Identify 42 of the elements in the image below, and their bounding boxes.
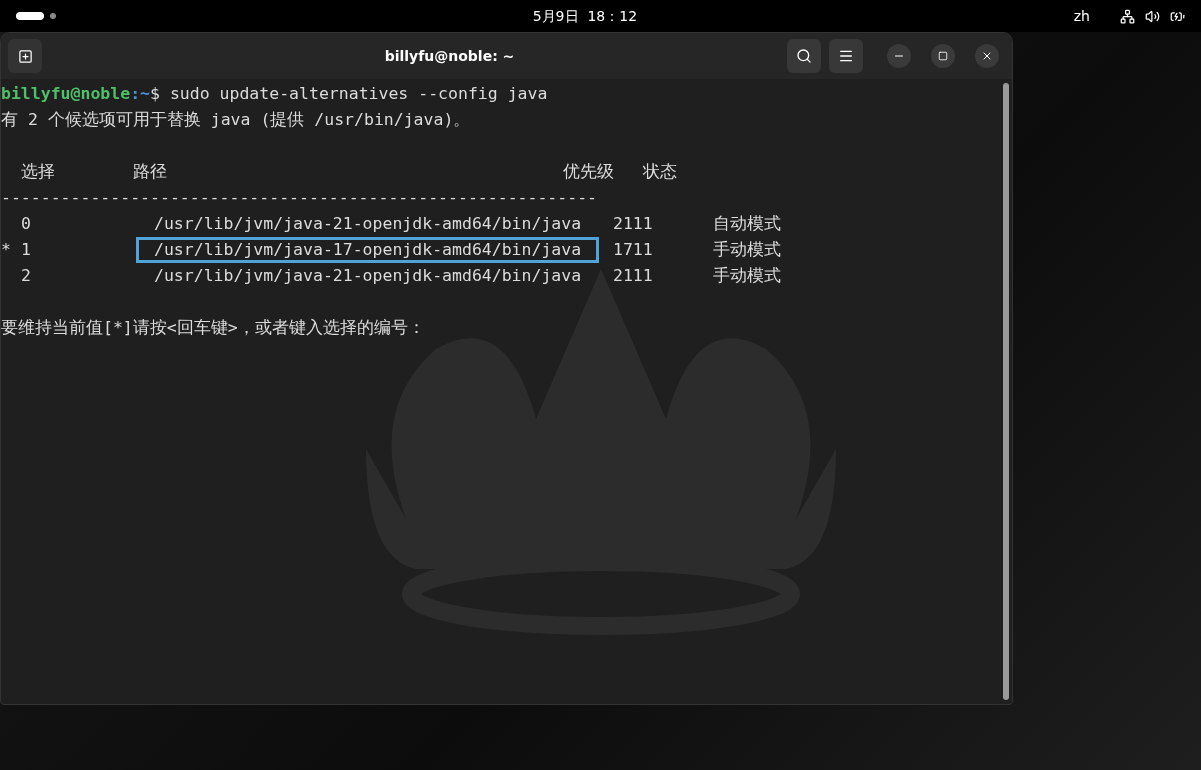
priority-value: 2111 — [613, 214, 653, 233]
network-icon[interactable] — [1120, 8, 1135, 24]
menu-button[interactable] — [829, 39, 863, 73]
column-header: 优先级 — [563, 162, 614, 181]
scrollbar-thumb[interactable] — [1003, 83, 1009, 700]
close-icon — [981, 50, 993, 62]
priority-value: 1711 — [613, 240, 653, 259]
choice-number: 0 — [21, 214, 31, 233]
java-path: /usr/lib/jvm/java-17-openjdk-amd64/bin/java — [136, 237, 600, 263]
prompt-path: :~ — [130, 83, 150, 105]
search-button[interactable] — [787, 39, 821, 73]
separator-line: ------------------------------------------------------------ — [1, 187, 598, 209]
search-icon — [796, 48, 812, 64]
maximize-icon — [938, 51, 948, 61]
current-marker: * — [1, 240, 11, 259]
maximize-button[interactable] — [931, 44, 955, 68]
new-tab-button[interactable] — [8, 39, 42, 73]
workspace-indicator-icon[interactable] — [16, 12, 44, 20]
window-title: billyfu@noble: ~ — [384, 46, 515, 66]
status-value: 手动模式 — [713, 266, 781, 285]
column-header: 路径 — [133, 162, 167, 181]
java-path: /usr/lib/jvm/java-21-openjdk-amd64/bin/java — [153, 265, 583, 287]
close-button[interactable] — [975, 44, 999, 68]
info-line: 有 2 个候选项可用于替换 java (提供 /usr/bin/java)。 — [1, 109, 471, 131]
priority-value: 2111 — [613, 266, 653, 285]
command-text: sudo update-alternatives --config java — [168, 83, 548, 105]
status-value: 手动模式 — [713, 240, 781, 259]
new-tab-icon — [17, 48, 33, 64]
input-prompt: 要维持当前值[*]请按<回车键>，或者键入选择的编号： — [1, 317, 425, 339]
column-header: 状态 — [643, 162, 677, 181]
minimize-button[interactable] — [887, 44, 911, 68]
language-indicator[interactable]: zh — [1073, 5, 1090, 27]
prompt-user: billyfu@noble — [1, 83, 131, 105]
clock[interactable]: 5月9日 18：12 — [532, 5, 638, 27]
status-value: 自动模式 — [713, 214, 781, 233]
prompt-symbol: $ — [150, 83, 160, 105]
column-header: 选择 — [21, 162, 55, 181]
choice-number: 1 — [21, 240, 31, 259]
volume-icon[interactable] — [1145, 8, 1160, 24]
menu-icon — [838, 48, 854, 64]
java-path: /usr/lib/jvm/java-21-openjdk-amd64/bin/java — [153, 213, 583, 235]
choice-number: 2 — [21, 266, 31, 285]
